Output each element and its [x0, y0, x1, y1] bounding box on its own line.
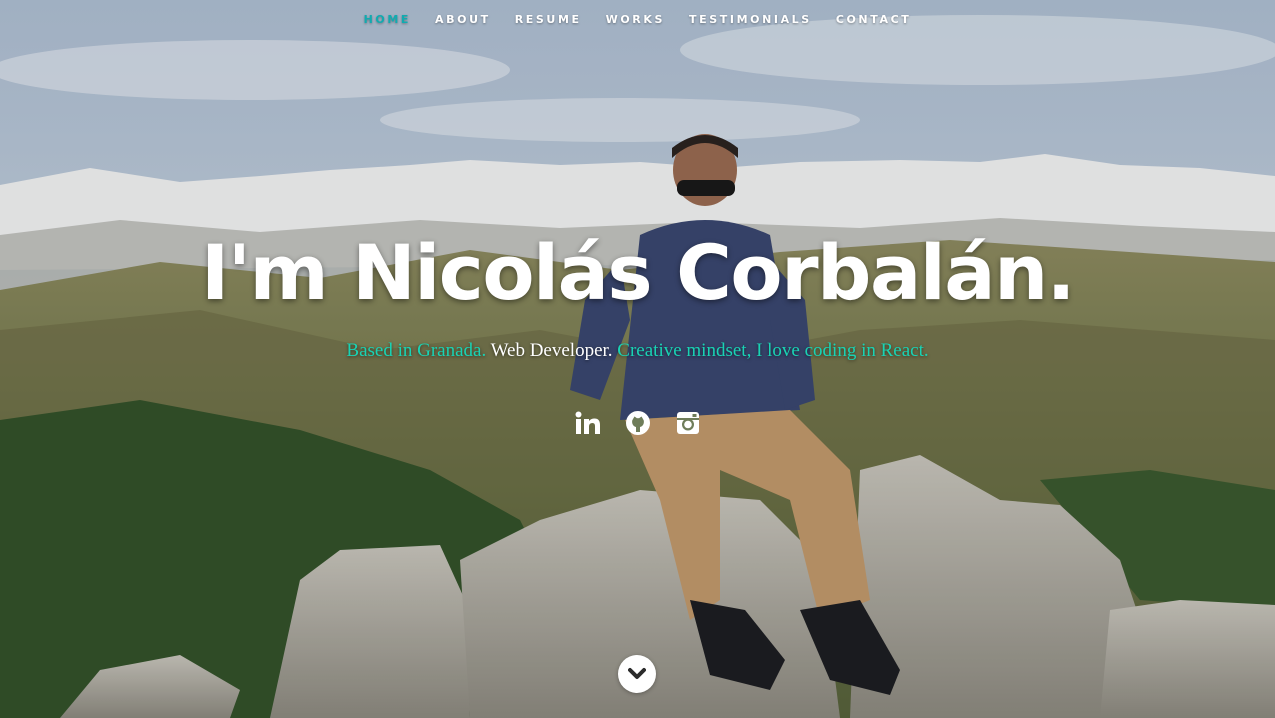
hero-tagline: Based in Granada. Web Developer. Creativ…: [0, 340, 1275, 362]
linkedin-link[interactable]: [575, 408, 601, 438]
hero-banner: I'm Nicolás Corbalán. Based in Granada. …: [0, 0, 1275, 718]
linkedin-icon: [575, 411, 600, 434]
social-links: [0, 408, 1275, 438]
hero-headline: I'm Nicolás Corbalán.: [200, 228, 1076, 317]
github-link[interactable]: [625, 408, 651, 438]
instagram-icon: [676, 412, 699, 434]
tagline-role: Web Developer.: [486, 340, 618, 361]
github-icon: [625, 411, 650, 435]
tagline-mindset: Creative mindset, I love coding in React…: [617, 340, 929, 361]
tagline-location: Based in Granada.: [346, 340, 487, 361]
instagram-link[interactable]: [675, 408, 701, 438]
chevron-down-icon: [628, 668, 646, 679]
scroll-down-button[interactable]: [618, 655, 656, 693]
